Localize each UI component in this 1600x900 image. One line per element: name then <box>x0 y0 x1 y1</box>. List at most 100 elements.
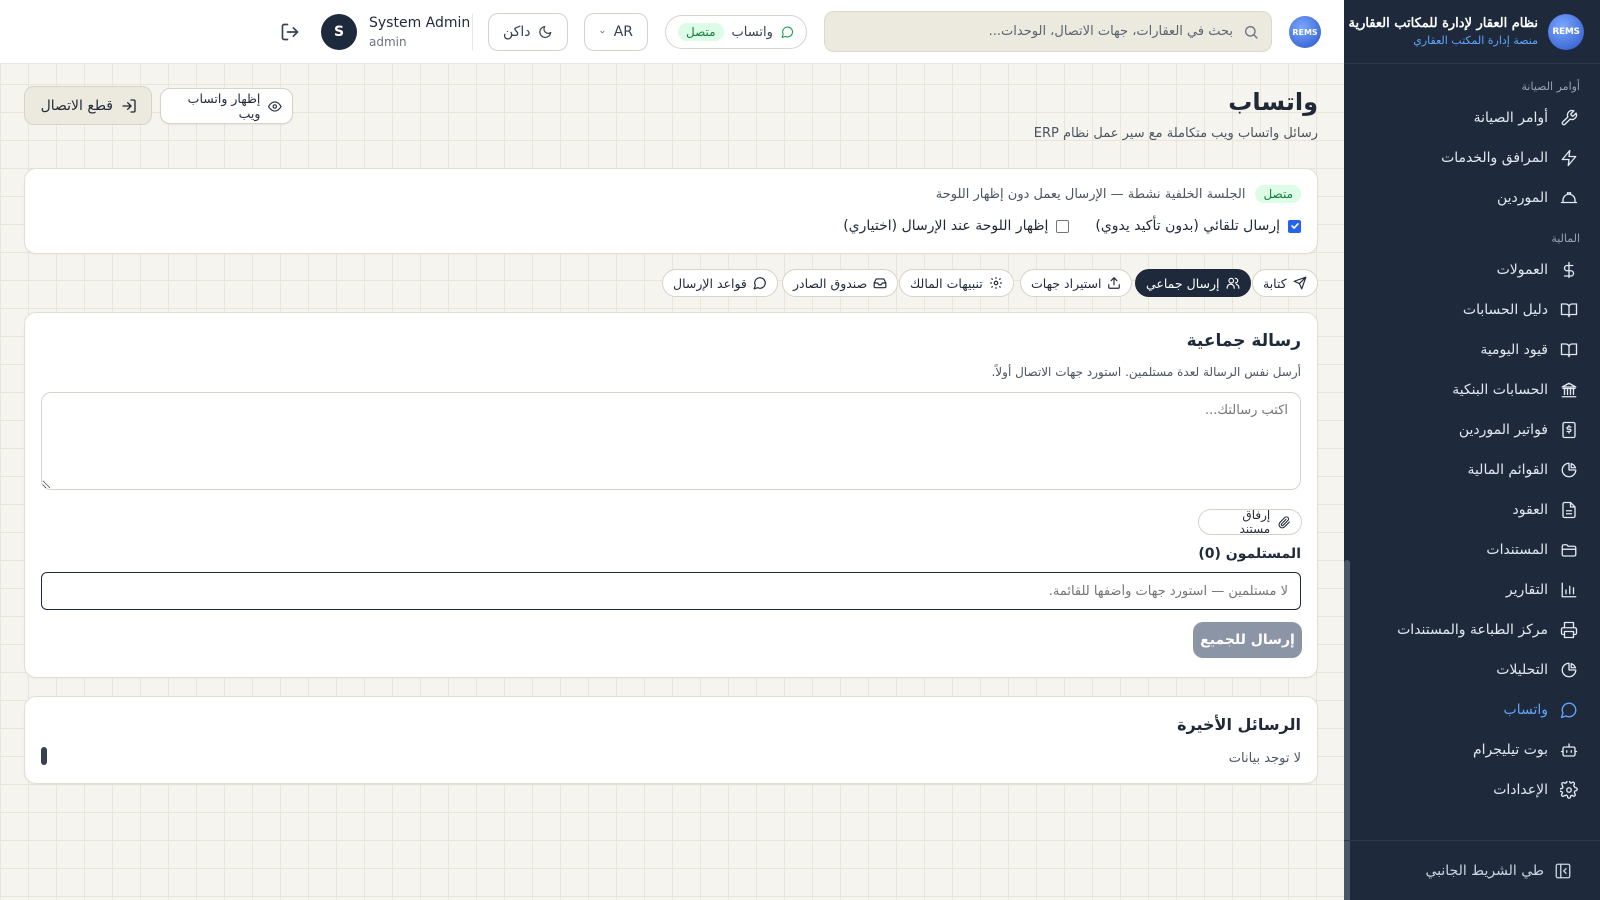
sidebar-item-label: قيود اليومية <box>1480 342 1548 358</box>
chat-icon <box>781 26 793 39</box>
collapse-label: طي الشريط الجانبي <box>1425 862 1544 879</box>
users-icon <box>1226 277 1239 289</box>
sidebar-item-commissions[interactable]: العمولات <box>1344 250 1600 290</box>
sidebar-item-telegram-bot[interactable]: بوت تيليجرام <box>1344 730 1600 770</box>
sidebar-item-maintenance-orders[interactable]: أوامر الصيانة <box>1344 98 1600 138</box>
sidebar-item-label: العقود <box>1512 502 1548 518</box>
avatar[interactable]: S <box>321 14 357 50</box>
sidebar-item-label: واتساب <box>1503 702 1548 718</box>
sidebar-item-label: الموردين <box>1496 190 1548 206</box>
eye-icon <box>268 100 282 112</box>
sidebar-collapse-button[interactable]: طي الشريط الجانبي <box>1344 840 1600 900</box>
user-name: System Admin <box>369 15 471 31</box>
chat-icon <box>1560 702 1577 719</box>
sidebar-item-contracts[interactable]: العقود <box>1344 490 1600 530</box>
card-description: أرسل نفس الرسالة لعدة مستلمين. استورد جه… <box>991 365 1301 379</box>
tab-outbox[interactable]: صندوق الصادر <box>782 269 899 297</box>
bar-chart-icon <box>1561 582 1577 598</box>
sidebar-item-vendors[interactable]: الموردين <box>1344 178 1600 218</box>
show-whatsapp-web-button[interactable]: إظهار واتساب ويب <box>160 88 293 124</box>
sidebar-item-bank-accounts[interactable]: الحسابات البنكية <box>1344 370 1600 410</box>
send-icon <box>1293 276 1307 290</box>
disconnect-label: قطع الاتصال <box>40 97 113 114</box>
tab-send-rules[interactable]: قواعد الإرسال <box>662 269 778 297</box>
brand-logo[interactable]: REMS <box>1548 13 1584 50</box>
tab-label: تنبيهات المالك <box>910 275 983 291</box>
folder-icon <box>1561 544 1577 557</box>
app-logo[interactable]: REMS <box>1289 16 1321 48</box>
session-status-text: الجلسة الخلفية نشطة — الإرسال يعمل دون إ… <box>935 186 1246 202</box>
tab-label: كتابة <box>1263 275 1287 291</box>
sidebar-item-label: بوت تيليجرام <box>1472 742 1548 758</box>
session-status-card: متصل الجلسة الخلفية نشطة — الإرسال يعمل … <box>24 168 1318 254</box>
sidebar-item-label: المرافق والخدمات <box>1441 150 1548 166</box>
auto-send-checkbox[interactable] <box>1288 219 1301 233</box>
sidebar-item-label: القوائم المالية <box>1467 462 1548 478</box>
auto-send-option[interactable]: إرسال تلقائي (بدون تأكيد يدوي) <box>1095 218 1301 234</box>
brand-subtitle: منصة إدارة المكتب العقاري <box>1413 34 1538 47</box>
tab-label: إرسال جماعي <box>1146 275 1220 291</box>
sidebar-item-vendor-invoices[interactable]: فواتير الموردين <box>1344 410 1600 450</box>
tab-import-contacts[interactable]: استيراد جهات <box>1020 269 1133 297</box>
top-bar: REMS واتساب متصل AR داكن S System Admin … <box>0 0 1344 64</box>
sidebar-item-label: الحسابات البنكية <box>1452 382 1548 398</box>
show-panel-checkbox[interactable] <box>1056 219 1070 233</box>
show-panel-label: إظهار اللوحة عند الإرسال (اختياري) <box>843 218 1049 234</box>
send-all-button[interactable]: إرسال للجميع <box>1193 622 1302 658</box>
book-icon <box>1560 303 1578 318</box>
sidebar-item-settings[interactable]: الإعدادات <box>1344 770 1600 810</box>
sidebar-item-label: دليل الحسابات <box>1462 302 1548 318</box>
language-select[interactable]: AR <box>584 13 648 51</box>
sidebar-item-financial-statements[interactable]: القوائم المالية <box>1344 450 1600 490</box>
global-search[interactable] <box>824 11 1272 52</box>
page-title: واتساب <box>1228 88 1318 116</box>
tab-bulk-send[interactable]: إرسال جماعي <box>1135 269 1251 297</box>
sidebar-item-label: المستندات <box>1486 542 1548 558</box>
search-input[interactable] <box>837 12 1233 51</box>
wrench-icon <box>1561 109 1578 126</box>
disconnect-button[interactable]: قطع الاتصال <box>24 86 152 125</box>
tab-owner-alerts[interactable]: تنبيهات المالك <box>899 269 1014 297</box>
attach-label: إرفاق مستند <box>1239 508 1271 536</box>
tab-compose[interactable]: كتابة <box>1252 269 1318 297</box>
show-web-label: إظهار واتساب ويب <box>187 91 261 121</box>
divider <box>472 14 473 50</box>
tab-label: قواعد الإرسال <box>673 275 747 291</box>
sidebar-item-journal-entries[interactable]: قيود اليومية <box>1344 330 1600 370</box>
show-panel-option[interactable]: إظهار اللوحة عند الإرسال (اختياري) <box>843 218 1070 234</box>
sidebar-item-documents[interactable]: المستندات <box>1344 530 1600 570</box>
whatsapp-label: واتساب <box>731 24 773 40</box>
card-title: رسالة جماعية <box>1186 331 1301 351</box>
printer-icon <box>1560 621 1578 639</box>
auto-send-label: إرسال تلقائي (بدون تأكيد يدوي) <box>1095 218 1280 234</box>
sidebar-item-label: العمولات <box>1496 262 1548 278</box>
message-textarea[interactable] <box>41 392 1301 490</box>
check-icon <box>1290 223 1299 230</box>
whatsapp-status-pill[interactable]: واتساب متصل <box>665 15 807 49</box>
sidebar-item-reports[interactable]: التقارير <box>1344 570 1600 610</box>
recipients-field[interactable] <box>41 572 1301 610</box>
sidebar-item-utilities[interactable]: المرافق والخدمات <box>1344 138 1600 178</box>
dollar-icon <box>1563 261 1575 279</box>
empty-state: لا توجد بيانات <box>1228 751 1301 766</box>
recent-messages-card: الرسائل الأخيرة لا توجد بيانات <box>24 696 1318 784</box>
search-icon <box>1245 25 1258 39</box>
status-badge: متصل <box>678 23 724 41</box>
logout-icon[interactable] <box>280 22 300 42</box>
chevron-down-icon <box>600 30 605 34</box>
sidebar-header: REMS نظام العقار لإدارة للمكاتب العقارية… <box>1344 0 1600 64</box>
attach-document-button[interactable]: إرفاق مستند <box>1198 508 1302 536</box>
pie-icon <box>1561 462 1577 478</box>
sidebar-item-chart-of-accounts[interactable]: دليل الحسابات <box>1344 290 1600 330</box>
sidebar-item-print-center[interactable]: مركز الطباعة والمستندات <box>1344 610 1600 650</box>
sidebar-item-label: الإعدادات <box>1493 782 1548 798</box>
sidebar-item-analytics[interactable]: التحليلات <box>1344 650 1600 690</box>
table-scrollbar[interactable] <box>41 747 47 765</box>
paperclip-icon <box>1278 515 1291 528</box>
hardhat-icon <box>1560 192 1578 204</box>
document-icon <box>1562 501 1576 519</box>
sidebar-item-whatsapp[interactable]: واتساب <box>1344 690 1600 730</box>
sidebar-item-label: مركز الطباعة والمستندات <box>1397 622 1548 638</box>
theme-toggle[interactable]: داكن <box>488 13 568 51</box>
theme-label: داكن <box>503 24 531 40</box>
